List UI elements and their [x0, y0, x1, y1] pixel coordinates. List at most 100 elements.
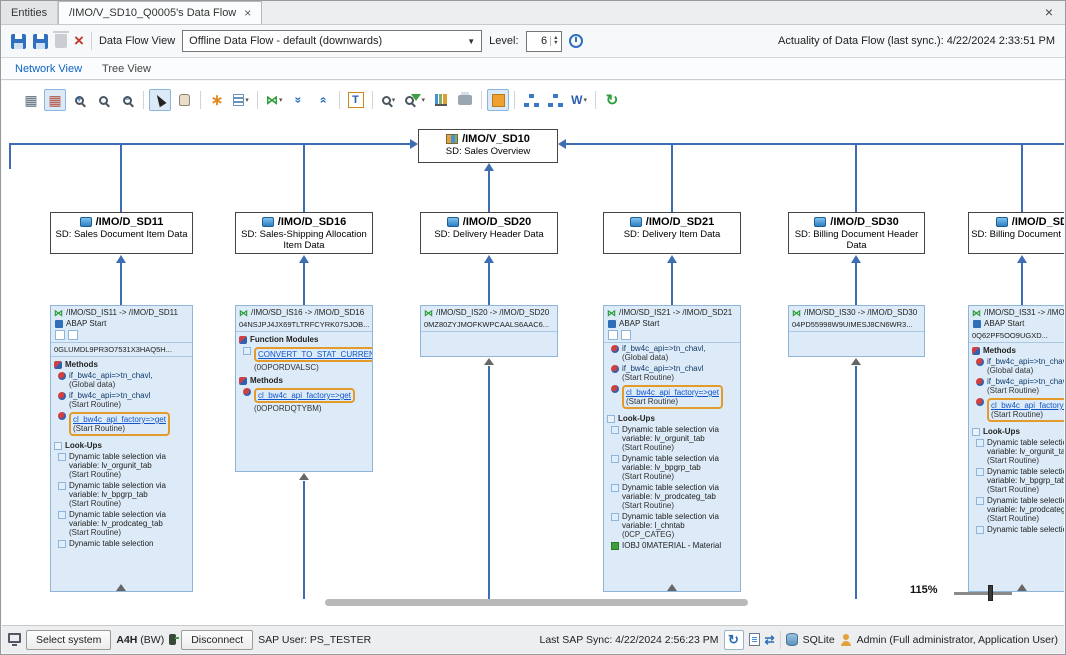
lookup-item[interactable]: Dynamic table selection via variable: lv… — [604, 453, 740, 482]
hierarchy-large-icon[interactable] — [544, 89, 566, 111]
grid-icon[interactable]: ▦ — [20, 89, 42, 111]
zoom-slider-thumb[interactable] — [988, 585, 993, 601]
lookup-item[interactable]: Dynamic table selection via variable: lv… — [51, 509, 192, 538]
save-all-icon[interactable] — [33, 34, 48, 49]
transformation-sd-is30[interactable]: ⋈/IMO/SD_IS30 -> /IMO/D_SD30 04PD55998W9… — [788, 305, 925, 357]
item-link[interactable]: cl_bw4c_api_factory=>get — [73, 415, 166, 424]
method-item[interactable]: cl_bw4c_api_factory=>get(Start Routine) — [969, 396, 1064, 424]
node-v-sd10[interactable]: /IMO/V_SD10 SD: Sales Overview — [418, 129, 558, 163]
function-modules-icon — [239, 336, 247, 344]
sync-document-icon[interactable] — [749, 633, 760, 646]
tab-network-view[interactable]: Network View — [15, 63, 82, 75]
item-link[interactable]: cl_bw4c_api_factory=>get — [258, 391, 351, 400]
select-system-button[interactable]: Select system — [26, 630, 111, 650]
discard-icon[interactable]: × — [74, 34, 84, 48]
node-d-sd21[interactable]: /IMO/D_SD21 SD: Delivery Item Data — [603, 212, 741, 254]
note-mini-icon[interactable] — [621, 330, 631, 340]
node-id: /IMO/D_SD30 — [830, 216, 898, 228]
select-cursor-icon[interactable] — [149, 89, 171, 111]
search-filter-icon[interactable]: ▾ — [402, 89, 429, 111]
magnifier-mini-icon[interactable] — [55, 330, 65, 340]
method-item[interactable]: if_bw4c_api=>tn_chavl,(Global data) — [604, 343, 740, 363]
more-content-icon[interactable] — [484, 358, 494, 365]
level-stepper[interactable]: 6 ▲▼ — [526, 31, 562, 52]
method-item[interactable]: cl_bw4c_api_factory=>get(0OPORDQTYBM) — [236, 386, 372, 414]
lookup-item[interactable]: Dynamic table selection — [51, 538, 192, 549]
more-content-icon[interactable] — [1017, 584, 1027, 591]
method-item[interactable]: if_bw4c_api=>tn_chavl(Start Routine) — [51, 390, 192, 410]
stepper-arrows-icon[interactable]: ▲▼ — [550, 36, 560, 46]
more-content-icon[interactable] — [299, 473, 309, 480]
diagram-canvas[interactable]: ▦ ▦ + − ∗ ▾ ⋈▾ » » T ▾ ▾ — [2, 81, 1064, 627]
transformation-sd-is16[interactable]: ⋈/IMO/SD_IS16 -> /IMO/D_SD16 04NSJPJ4JX6… — [235, 305, 373, 472]
method-item[interactable]: if_bw4c_api=>tn_chavl,(Global data) — [969, 356, 1064, 376]
lookup-item[interactable]: Dynamic table selection via variable: lv… — [604, 424, 740, 453]
method-item[interactable]: if_bw4c_api=>tn_chavl(Start Routine) — [604, 363, 740, 383]
node-d-sd31[interactable]: /IMO/D_SD31 SD: Billing Document Item Da… — [968, 212, 1064, 254]
attribute-list-icon[interactable]: ▾ — [230, 89, 252, 111]
clock-icon[interactable] — [569, 34, 583, 48]
lookup-item[interactable]: Dynamic table selection via variable: lv… — [969, 437, 1064, 466]
data-flow-view-select[interactable]: Offline Data Flow - default (downwards) … — [182, 30, 482, 52]
zoom-out-icon[interactable]: − — [116, 89, 138, 111]
lookup-item[interactable]: Dynamic table selection via variable: lv… — [51, 480, 192, 509]
hierarchy-small-icon[interactable] — [520, 89, 542, 111]
save-icon[interactable] — [11, 34, 26, 49]
export-chart-icon[interactable] — [430, 89, 452, 111]
transformation-sd-is20[interactable]: ⋈/IMO/SD_IS20 -> /IMO/D_SD20 0MZ80ZYJMOF… — [420, 305, 558, 357]
collapse-all-icon[interactable]: » — [312, 89, 334, 111]
function-module-item[interactable]: CONVERT_TO_STAT_CURRENCY(0OPORDVALSC) — [236, 345, 372, 373]
magnifier-mini-icon[interactable] — [608, 330, 618, 340]
zoom-reset-icon[interactable] — [92, 89, 114, 111]
lookup-item[interactable]: Dynamic table selection via variable: lv… — [969, 466, 1064, 495]
tab-entities[interactable]: Entities — [1, 1, 58, 24]
disconnect-button[interactable]: Disconnect — [181, 630, 253, 650]
item-link[interactable]: cl_bw4c_api_factory=>get — [991, 401, 1064, 410]
text-tool-icon[interactable]: T — [345, 89, 367, 111]
transfer-icon[interactable]: ⇄ — [765, 633, 775, 647]
method-item[interactable]: cl_bw4c_api_factory=>get(Start Routine) — [604, 383, 740, 411]
transformation-sd-is11[interactable]: ⋈/IMO/SD_IS11 -> /IMO/D_SD11 ABAP Start … — [50, 305, 193, 592]
transformation-sd-is31[interactable]: ⋈/IMO/SD_IS31 -> /IMO/D_SD31 ABAP Start … — [968, 305, 1064, 592]
auto-layout-icon[interactable]: ∗ — [206, 89, 228, 111]
lookup-item[interactable]: Dynamic table selection via variable: l_… — [604, 511, 740, 540]
item-link[interactable]: cl_bw4c_api_factory=>get — [626, 388, 719, 397]
method-item[interactable]: if_bw4c_api=>tn_chavl(Start Routine) — [969, 376, 1064, 396]
zoom-slider-track[interactable] — [954, 592, 1012, 595]
node-desc: SD: Sales Document Item Data — [51, 229, 192, 240]
infoobject-item[interactable]: IOBJ 0MATERIAL - Material — [604, 540, 740, 551]
method-item[interactable]: if_bw4c_api=>tn_chavl,(Global data) — [51, 370, 192, 390]
admin-user-text: Admin (Full administrator, Application U… — [857, 634, 1058, 646]
search-icon[interactable]: ▾ — [378, 89, 400, 111]
pan-hand-icon[interactable] — [173, 89, 195, 111]
horizontal-scrollbar[interactable] — [325, 599, 748, 606]
item-link[interactable]: CONVERT_TO_STAT_CURRENCY — [258, 350, 373, 359]
more-content-icon[interactable] — [667, 584, 677, 591]
lookup-item[interactable]: Dynamic table selection via variable: lv… — [604, 482, 740, 511]
expand-all-icon[interactable]: » — [288, 89, 310, 111]
node-d-sd20[interactable]: /IMO/D_SD20 SD: Delivery Header Data — [420, 212, 558, 254]
node-d-sd16[interactable]: /IMO/D_SD16 SD: Sales-Shipping Allocatio… — [235, 212, 373, 254]
tab-close-icon[interactable]: × — [244, 6, 251, 20]
note-mini-icon[interactable] — [68, 330, 78, 340]
method-item[interactable]: cl_bw4c_api_factory=>get(Start Routine) — [51, 410, 192, 438]
lookup-item[interactable]: Dynamic table selection — [969, 524, 1064, 535]
transformation-sd-is21[interactable]: ⋈/IMO/SD_IS21 -> /IMO/D_SD21 ABAP Start … — [603, 305, 741, 592]
lookup-item[interactable]: Dynamic table selection via variable: lv… — [51, 451, 192, 480]
sync-refresh-icon[interactable]: ↻ — [724, 630, 744, 650]
transformation-filter-icon[interactable]: ⋈▾ — [263, 89, 286, 111]
zoom-in-icon[interactable]: + — [68, 89, 90, 111]
snap-grid-icon[interactable]: ▦ — [44, 89, 66, 111]
node-d-sd30[interactable]: /IMO/D_SD30 SD: Billing Document Header … — [788, 212, 925, 254]
print-icon[interactable] — [454, 89, 476, 111]
tab-tree-view[interactable]: Tree View — [102, 63, 151, 75]
window-close-icon[interactable]: × — [1045, 1, 1065, 24]
refresh-icon[interactable]: ↻ — [601, 89, 623, 111]
tab-data-flow[interactable]: /IMO/V_SD10_Q0005's Data Flow × — [58, 1, 262, 24]
word-export-icon[interactable]: W▾ — [568, 89, 590, 111]
lookup-item[interactable]: Dynamic table selection via variable: lv… — [969, 495, 1064, 524]
highlight-color-icon[interactable] — [487, 89, 509, 111]
node-d-sd11[interactable]: /IMO/D_SD11 SD: Sales Document Item Data — [50, 212, 193, 254]
more-content-icon[interactable] — [116, 584, 126, 591]
more-content-icon[interactable] — [851, 358, 861, 365]
